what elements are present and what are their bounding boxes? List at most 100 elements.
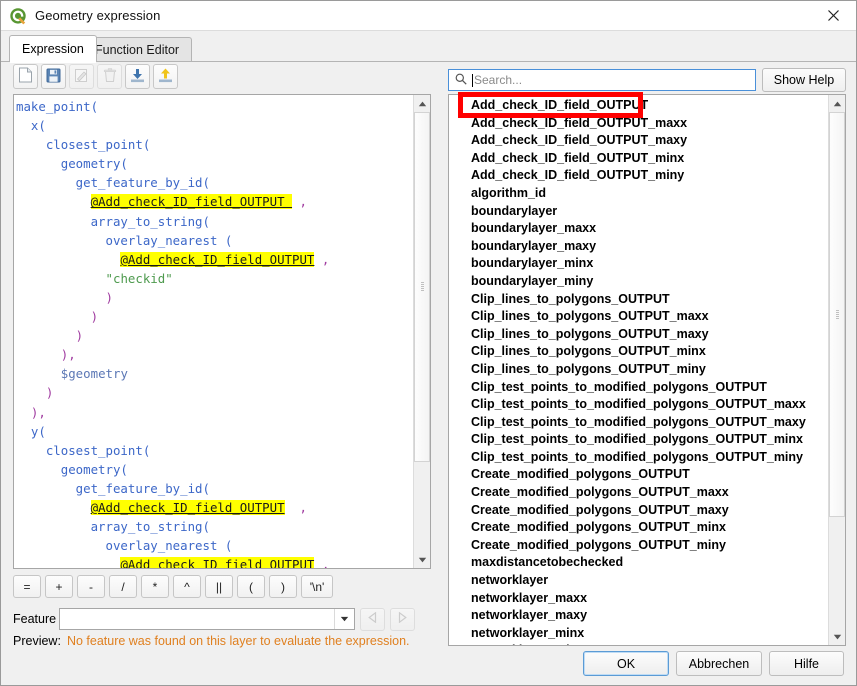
- variable-list-item[interactable]: networklayer_maxx: [471, 590, 829, 608]
- code-token: geometry(: [16, 156, 128, 172]
- variable-list-item[interactable]: boundarylayer_minx: [471, 255, 829, 273]
- save-floppy-icon: [46, 68, 61, 86]
- scroll-down-icon[interactable]: [829, 628, 845, 645]
- variable-list-item[interactable]: Add_check_ID_field_OUTPUT: [471, 97, 829, 115]
- variable-list-item[interactable]: Clip_lines_to_polygons_OUTPUT: [471, 291, 829, 309]
- tab-expression[interactable]: Expression: [9, 35, 97, 63]
- operator-button[interactable]: (: [237, 575, 265, 598]
- code-line: ): [16, 326, 414, 345]
- variable-list-item[interactable]: Create_modified_polygons_OUTPUT_maxx: [471, 484, 829, 502]
- variable-list-scrollbar[interactable]: [828, 95, 845, 645]
- highlighted-variable: @Add_check_ID_field_OUTPUT: [120, 251, 315, 267]
- code-token: closest_point(: [16, 137, 151, 153]
- variable-list-item[interactable]: Clip_test_points_to_modified_polygons_OU…: [471, 449, 829, 467]
- expression-scroll-track[interactable]: [414, 112, 430, 551]
- operator-button[interactable]: +: [45, 575, 73, 598]
- scroll-down-icon[interactable]: [414, 551, 430, 568]
- variable-list-item[interactable]: Add_check_ID_field_OUTPUT_minx: [471, 150, 829, 168]
- operator-button[interactable]: -: [77, 575, 105, 598]
- variable-list-item[interactable]: Create_modified_polygons_OUTPUT_minx: [471, 519, 829, 537]
- code-token: closest_point(: [16, 442, 151, 458]
- variable-list-item[interactable]: Clip_lines_to_polygons_OUTPUT_miny: [471, 361, 829, 379]
- scroll-up-icon[interactable]: [829, 95, 845, 112]
- edit-pencil-icon: [74, 68, 89, 86]
- variable-scroll-track[interactable]: [829, 112, 845, 628]
- feature-label: Feature: [13, 612, 57, 626]
- variable-list-item[interactable]: Clip_test_points_to_modified_polygons_OU…: [471, 431, 829, 449]
- variable-list-item[interactable]: boundarylayer_maxx: [471, 220, 829, 238]
- variable-list-item[interactable]: Create_modified_polygons_OUTPUT: [471, 466, 829, 484]
- code-token: "checkid": [105, 270, 173, 286]
- variable-list-item[interactable]: Add_check_ID_field_OUTPUT_maxx: [471, 115, 829, 133]
- export-up-arrow-icon: [158, 68, 173, 86]
- variable-list-item[interactable]: networklayer_miny: [471, 642, 829, 645]
- expression-editor[interactable]: make_point( x( closest_point( geometry( …: [13, 94, 431, 569]
- code-token: get_feature_by_id(: [16, 175, 210, 191]
- code-line: closest_point(: [16, 135, 414, 154]
- variable-list-item[interactable]: boundarylayer: [471, 203, 829, 221]
- show-help-button[interactable]: Show Help: [762, 68, 846, 92]
- variable-list-item[interactable]: boundarylayer_miny: [471, 273, 829, 291]
- help-button[interactable]: Hilfe: [769, 651, 844, 676]
- variable-list-item[interactable]: Clip_lines_to_polygons_OUTPUT_maxy: [471, 326, 829, 344]
- variable-scroll-thumb[interactable]: [829, 112, 845, 517]
- new-expression-button[interactable]: [13, 64, 38, 89]
- variable-list-item[interactable]: networklayer: [471, 572, 829, 590]
- cancel-button[interactable]: Abbrechen: [676, 651, 762, 676]
- tab-function-editor-label: Function Editor: [95, 43, 180, 57]
- expression-code[interactable]: make_point( x( closest_point( geometry( …: [14, 95, 414, 568]
- code-line: geometry(: [16, 460, 414, 479]
- operator-button[interactable]: ||: [205, 575, 233, 598]
- variable-list-item[interactable]: Add_check_ID_field_OUTPUT_maxy: [471, 132, 829, 150]
- variable-list-item[interactable]: Clip_test_points_to_modified_polygons_OU…: [471, 414, 829, 432]
- operator-button[interactable]: ): [269, 575, 297, 598]
- code-line: array_to_string(: [16, 517, 414, 536]
- ok-button[interactable]: OK: [583, 651, 669, 676]
- variable-list-item[interactable]: maxdistancetobechecked: [471, 554, 829, 572]
- search-input[interactable]: Search...: [448, 69, 756, 91]
- variable-list-item[interactable]: Clip_lines_to_polygons_OUTPUT_maxx: [471, 308, 829, 326]
- code-token: ,: [314, 251, 330, 267]
- operator-button[interactable]: /: [109, 575, 137, 598]
- variable-list-item[interactable]: Clip_lines_to_polygons_OUTPUT_minx: [471, 343, 829, 361]
- variable-list-item[interactable]: algorithm_id: [471, 185, 829, 203]
- code-line: overlay_nearest (: [16, 231, 414, 250]
- variable-list-items[interactable]: Add_check_ID_field_OUTPUT Add_check_ID_fi…: [449, 95, 829, 645]
- code-line: ),: [16, 403, 414, 422]
- feature-select[interactable]: [59, 608, 355, 630]
- operator-button[interactable]: '\n': [301, 575, 333, 598]
- code-token: ,: [314, 557, 330, 568]
- tab-function-editor[interactable]: Function Editor: [82, 37, 193, 62]
- code-token: ,: [292, 194, 307, 210]
- variable-list-item[interactable]: boundarylayer_maxy: [471, 238, 829, 256]
- scroll-up-icon[interactable]: [414, 95, 430, 112]
- variable-list[interactable]: Add_check_ID_field_OUTPUT Add_check_ID_fi…: [448, 94, 846, 646]
- variable-list-item[interactable]: networklayer_minx: [471, 625, 829, 643]
- expression-scroll-thumb[interactable]: [414, 112, 430, 462]
- variable-list-item[interactable]: Create_modified_polygons_OUTPUT_maxy: [471, 502, 829, 520]
- code-token: geometry(: [16, 461, 128, 477]
- export-expressions-button[interactable]: [153, 64, 178, 89]
- code-token: array_to_string(: [16, 213, 210, 229]
- code-token: y(: [16, 423, 46, 439]
- variable-list-item[interactable]: Add_check_ID_field_OUTPUT_miny: [471, 167, 829, 185]
- save-expression-button[interactable]: [41, 64, 66, 89]
- chevron-down-icon[interactable]: [334, 609, 354, 629]
- variable-list-item[interactable]: Clip_test_points_to_modified_polygons_OU…: [471, 379, 829, 397]
- highlighted-variable: @Add_check_ID_field_OUTPUT: [90, 194, 293, 210]
- close-icon[interactable]: [811, 1, 856, 30]
- code-line: closest_point(: [16, 441, 414, 460]
- preview-value: No feature was found on this layer to ev…: [66, 634, 410, 648]
- expression-scrollbar[interactable]: [413, 95, 430, 568]
- window-title: Geometry expression: [35, 8, 161, 23]
- variable-list-item[interactable]: Clip_test_points_to_modified_polygons_OU…: [471, 396, 829, 414]
- import-expressions-button[interactable]: [125, 64, 150, 89]
- operator-button[interactable]: *: [141, 575, 169, 598]
- operator-button[interactable]: =: [13, 575, 41, 598]
- code-line: ): [16, 288, 414, 307]
- variable-list-item[interactable]: networklayer_maxy: [471, 607, 829, 625]
- variable-list-item[interactable]: Create_modified_polygons_OUTPUT_miny: [471, 537, 829, 555]
- operator-button[interactable]: ^: [173, 575, 201, 598]
